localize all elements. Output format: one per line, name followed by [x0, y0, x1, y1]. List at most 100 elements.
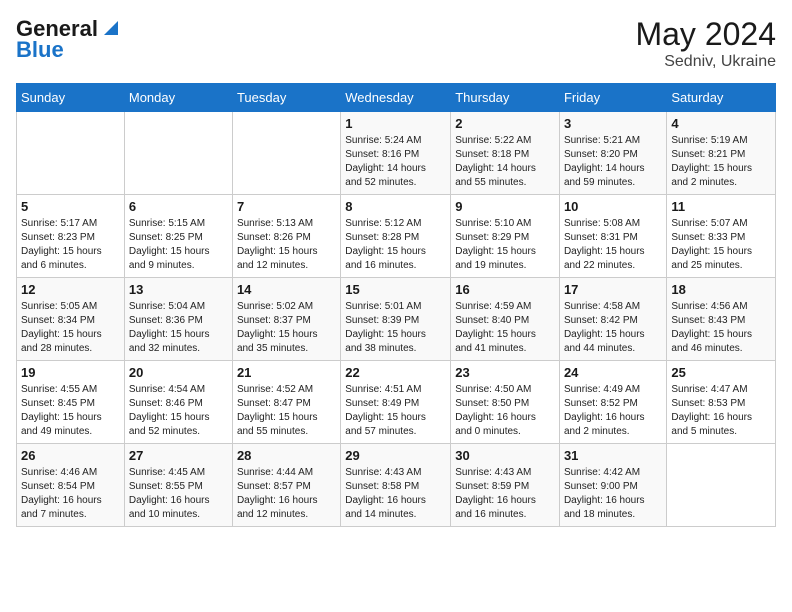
day-number: 10: [564, 199, 662, 214]
day-number: 23: [455, 365, 555, 380]
day-number: 14: [237, 282, 336, 297]
day-number: 26: [21, 448, 120, 463]
day-info: Sunrise: 4:56 AM Sunset: 8:43 PM Dayligh…: [671, 300, 771, 356]
day-cell-10: 10 Sunrise: 5:08 AM Sunset: 8:31 PM Dayli…: [559, 195, 666, 278]
day-info: Sunrise: 5:01 AM Sunset: 8:39 PM Dayligh…: [345, 300, 446, 356]
week-row-2: 5 Sunrise: 5:17 AM Sunset: 8:23 PM Daylig…: [17, 195, 776, 278]
col-header-friday: Friday: [559, 84, 666, 112]
col-header-wednesday: Wednesday: [341, 84, 451, 112]
day-info: Sunrise: 4:43 AM Sunset: 8:59 PM Dayligh…: [455, 466, 555, 522]
week-row-5: 26Sunrise: 4:46 AM Sunset: 8:54 PM Dayli…: [17, 444, 776, 527]
day-info: Sunrise: 5:22 AM Sunset: 8:18 PM Dayligh…: [455, 134, 555, 190]
day-cell-21: 21 Sunrise: 4:52 AM Sunset: 8:47 PM Dayli…: [232, 361, 340, 444]
day-info: Sunrise: 5:05 AM Sunset: 8:34 PM Dayligh…: [21, 300, 120, 356]
day-number: 22: [345, 365, 446, 380]
day-cell-31: 31 Sunrise: 4:42 AM Sunset: 9:00 PM Dayli…: [559, 444, 666, 527]
day-info: Sunrise: 4:59 AM Sunset: 8:40 PM Dayligh…: [455, 300, 555, 356]
week-row-3: 12 Sunrise: 5:05 AM Sunset: 8:34 PM Dayli…: [17, 278, 776, 361]
day-info: Sunrise: 5:12 AM Sunset: 8:28 PM Dayligh…: [345, 217, 446, 273]
week-row-4: 19 Sunrise: 4:55 AM Sunset: 8:45 PM Dayli…: [17, 361, 776, 444]
day-cell-1: 1Sunrise: 5:24 AM Sunset: 8:16 PM Daylig…: [341, 112, 451, 195]
day-cell-8: 8 Sunrise: 5:12 AM Sunset: 8:28 PM Daylig…: [341, 195, 451, 278]
day-number: 31: [564, 448, 662, 463]
day-info: Sunrise: 4:54 AM Sunset: 8:46 PM Dayligh…: [129, 383, 228, 439]
day-cell-23: 23 Sunrise: 4:50 AM Sunset: 8:50 PM Dayli…: [451, 361, 560, 444]
day-number: 15: [345, 282, 446, 297]
title-block: May 2024 Sedniv, Ukraine: [635, 16, 776, 71]
day-cell-20: 20 Sunrise: 4:54 AM Sunset: 8:46 PM Dayli…: [124, 361, 232, 444]
day-number: 13: [129, 282, 228, 297]
day-info: Sunrise: 5:13 AM Sunset: 8:26 PM Dayligh…: [237, 217, 336, 273]
day-cell-14: 14Sunrise: 5:02 AM Sunset: 8:37 PM Dayli…: [232, 278, 340, 361]
day-number: 17: [564, 282, 662, 297]
day-cell-2: 2Sunrise: 5:22 AM Sunset: 8:18 PM Daylig…: [451, 112, 560, 195]
day-info: Sunrise: 5:10 AM Sunset: 8:29 PM Dayligh…: [455, 217, 555, 273]
day-cell-17: 17Sunrise: 4:58 AM Sunset: 8:42 PM Dayli…: [559, 278, 666, 361]
day-info: Sunrise: 4:55 AM Sunset: 8:45 PM Dayligh…: [21, 383, 120, 439]
day-number: 28: [237, 448, 336, 463]
day-info: Sunrise: 4:42 AM Sunset: 9:00 PM Dayligh…: [564, 466, 662, 522]
day-number: 19: [21, 365, 120, 380]
day-number: 27: [129, 448, 228, 463]
day-info: Sunrise: 4:50 AM Sunset: 8:50 PM Dayligh…: [455, 383, 555, 439]
day-info: Sunrise: 4:49 AM Sunset: 8:52 PM Dayligh…: [564, 383, 662, 439]
day-info: Sunrise: 4:45 AM Sunset: 8:55 PM Dayligh…: [129, 466, 228, 522]
day-number: 3: [564, 116, 662, 131]
day-info: Sunrise: 4:47 AM Sunset: 8:53 PM Dayligh…: [671, 383, 771, 439]
day-number: 20: [129, 365, 228, 380]
day-number: 5: [21, 199, 120, 214]
day-cell-26: 26Sunrise: 4:46 AM Sunset: 8:54 PM Dayli…: [17, 444, 125, 527]
day-info: Sunrise: 5:15 AM Sunset: 8:25 PM Dayligh…: [129, 217, 228, 273]
day-number: 4: [671, 116, 771, 131]
logo-arrow-icon: [100, 17, 122, 39]
day-number: 21: [237, 365, 336, 380]
day-cell-11: 11 Sunrise: 5:07 AM Sunset: 8:33 PM Dayli…: [667, 195, 776, 278]
day-cell-5: 5 Sunrise: 5:17 AM Sunset: 8:23 PM Daylig…: [17, 195, 125, 278]
day-cell-22: 22 Sunrise: 4:51 AM Sunset: 8:49 PM Dayli…: [341, 361, 451, 444]
day-info: Sunrise: 5:17 AM Sunset: 8:23 PM Dayligh…: [21, 217, 120, 273]
day-info: Sunrise: 4:51 AM Sunset: 8:49 PM Dayligh…: [345, 383, 446, 439]
month-year: May 2024: [635, 16, 776, 53]
day-info: Sunrise: 4:43 AM Sunset: 8:58 PM Dayligh…: [345, 466, 446, 522]
day-cell-7: 7Sunrise: 5:13 AM Sunset: 8:26 PM Daylig…: [232, 195, 340, 278]
logo: General Blue: [16, 16, 122, 63]
day-cell-13: 13 Sunrise: 5:04 AM Sunset: 8:36 PM Dayli…: [124, 278, 232, 361]
day-cell-4: 4 Sunrise: 5:19 AM Sunset: 8:21 PM Daylig…: [667, 112, 776, 195]
empty-cell: [124, 112, 232, 195]
day-info: Sunrise: 5:07 AM Sunset: 8:33 PM Dayligh…: [671, 217, 771, 273]
empty-cell: [232, 112, 340, 195]
day-cell-12: 12 Sunrise: 5:05 AM Sunset: 8:34 PM Dayli…: [17, 278, 125, 361]
day-number: 18: [671, 282, 771, 297]
col-header-tuesday: Tuesday: [232, 84, 340, 112]
week-row-1: 1Sunrise: 5:24 AM Sunset: 8:16 PM Daylig…: [17, 112, 776, 195]
day-number: 11: [671, 199, 771, 214]
days-header-row: SundayMondayTuesdayWednesdayThursdayFrid…: [17, 84, 776, 112]
col-header-saturday: Saturday: [667, 84, 776, 112]
day-number: 1: [345, 116, 446, 131]
day-number: 24: [564, 365, 662, 380]
location: Sedniv, Ukraine: [635, 53, 776, 71]
day-cell-15: 15 Sunrise: 5:01 AM Sunset: 8:39 PM Dayli…: [341, 278, 451, 361]
day-info: Sunrise: 5:04 AM Sunset: 8:36 PM Dayligh…: [129, 300, 228, 356]
day-number: 8: [345, 199, 446, 214]
col-header-monday: Monday: [124, 84, 232, 112]
day-number: 30: [455, 448, 555, 463]
day-cell-9: 9 Sunrise: 5:10 AM Sunset: 8:29 PM Daylig…: [451, 195, 560, 278]
day-info: Sunrise: 5:19 AM Sunset: 8:21 PM Dayligh…: [671, 134, 771, 190]
day-number: 12: [21, 282, 120, 297]
day-cell-30: 30 Sunrise: 4:43 AM Sunset: 8:59 PM Dayli…: [451, 444, 560, 527]
day-cell-24: 24 Sunrise: 4:49 AM Sunset: 8:52 PM Dayli…: [559, 361, 666, 444]
day-cell-6: 6Sunrise: 5:15 AM Sunset: 8:25 PM Daylig…: [124, 195, 232, 278]
logo-blue: Blue: [16, 37, 122, 62]
day-info: Sunrise: 5:08 AM Sunset: 8:31 PM Dayligh…: [564, 217, 662, 273]
day-cell-29: 29Sunrise: 4:43 AM Sunset: 8:58 PM Dayli…: [341, 444, 451, 527]
day-cell-27: 27 Sunrise: 4:45 AM Sunset: 8:55 PM Dayli…: [124, 444, 232, 527]
col-header-thursday: Thursday: [451, 84, 560, 112]
day-info: Sunrise: 5:21 AM Sunset: 8:20 PM Dayligh…: [564, 134, 662, 190]
col-header-sunday: Sunday: [17, 84, 125, 112]
day-cell-28: 28Sunrise: 4:44 AM Sunset: 8:57 PM Dayli…: [232, 444, 340, 527]
day-cell-25: 25 Sunrise: 4:47 AM Sunset: 8:53 PM Dayli…: [667, 361, 776, 444]
day-number: 25: [671, 365, 771, 380]
day-number: 9: [455, 199, 555, 214]
day-info: Sunrise: 4:52 AM Sunset: 8:47 PM Dayligh…: [237, 383, 336, 439]
